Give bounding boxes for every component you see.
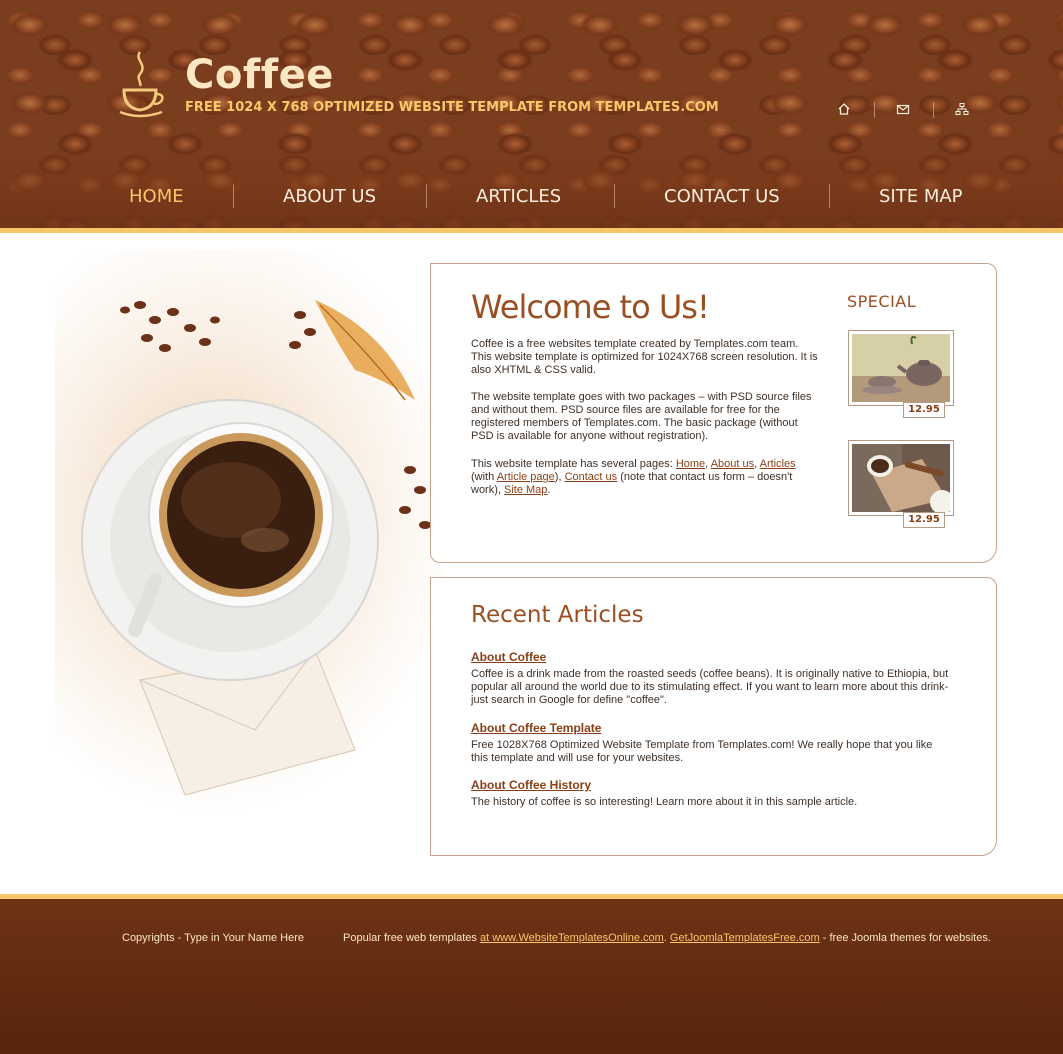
nav-contact-us[interactable]: CONTACT US bbox=[664, 186, 780, 207]
home-icon[interactable] bbox=[837, 102, 851, 116]
teapot-image bbox=[852, 334, 950, 402]
footer-link-websitetemplatesonline[interactable]: at www.WebsiteTemplatesOnline.com bbox=[480, 932, 664, 944]
article-summary: Free 1028X768 Optimized Website Template… bbox=[471, 739, 933, 764]
special-item-1-price: 12.95 bbox=[903, 402, 945, 418]
welcome-pages-paragraph: This website template has several pages:… bbox=[471, 458, 796, 496]
site-title: Coffee bbox=[185, 52, 334, 98]
special-item-2-price: 12.95 bbox=[903, 512, 945, 528]
coffee-cup-logo-icon bbox=[119, 51, 164, 118]
special-heading: SPECIAL bbox=[847, 292, 917, 311]
mail-icon[interactable] bbox=[896, 102, 910, 116]
article-title-link[interactable]: About Coffee bbox=[471, 650, 546, 664]
coffee-illustration bbox=[55, 250, 445, 835]
link-home[interactable]: Home bbox=[676, 458, 705, 470]
coffee-cigar-image bbox=[852, 444, 954, 514]
footer-links-text: Popular free web templates at www.Websit… bbox=[343, 932, 991, 944]
welcome-paragraph: Coffee is a free websites template creat… bbox=[471, 338, 818, 376]
nav-home[interactable]: HOME bbox=[129, 186, 184, 207]
footer bbox=[0, 899, 1063, 1054]
footer-link-getjoomlatemplatesfree[interactable]: GetJoomlaTemplatesFree.com bbox=[670, 932, 820, 944]
copyright-text: Copyrights - Type in Your Name Here bbox=[122, 932, 304, 944]
header-divider bbox=[0, 228, 1063, 233]
link-article-page[interactable]: Article page bbox=[497, 471, 555, 483]
link-contact-us[interactable]: Contact us bbox=[565, 471, 618, 483]
nav-divider bbox=[829, 184, 830, 208]
nav-divider bbox=[426, 184, 427, 208]
link-site-map[interactable]: Site Map bbox=[504, 484, 547, 496]
article-title-link[interactable]: About Coffee Template bbox=[471, 721, 601, 735]
sitemap-icon[interactable] bbox=[955, 102, 969, 116]
welcome-heading: Welcome to Us! bbox=[471, 288, 710, 326]
main-navigation: HOME ABOUT US ARTICLES CONTACT US SITE M… bbox=[0, 180, 1063, 216]
site-subtitle: FREE 1024 X 768 OPTIMIZED WEBSITE TEMPLA… bbox=[185, 100, 719, 115]
nav-site-map[interactable]: SITE MAP bbox=[879, 186, 963, 207]
article-title-link[interactable]: About Coffee History bbox=[471, 778, 591, 792]
welcome-paragraph: The website template goes with two packa… bbox=[471, 391, 812, 442]
special-item-1-image[interactable] bbox=[848, 330, 954, 406]
nav-divider bbox=[614, 184, 615, 208]
link-articles[interactable]: Articles bbox=[760, 458, 796, 470]
nav-divider bbox=[233, 184, 234, 208]
special-item-2-image[interactable] bbox=[848, 440, 954, 516]
article-summary: Coffee is a drink made from the roasted … bbox=[471, 668, 949, 706]
coffee-cup-image bbox=[81, 300, 431, 796]
article-summary: The history of coffee is so interesting!… bbox=[471, 796, 858, 808]
recent-articles-heading: Recent Articles bbox=[471, 602, 644, 628]
nav-about-us[interactable]: ABOUT US bbox=[283, 186, 376, 207]
nav-articles[interactable]: ARTICLES bbox=[476, 186, 561, 207]
link-about-us[interactable]: About us bbox=[711, 458, 754, 470]
header-icon-divider bbox=[933, 102, 934, 118]
header-icon-divider bbox=[874, 102, 875, 118]
